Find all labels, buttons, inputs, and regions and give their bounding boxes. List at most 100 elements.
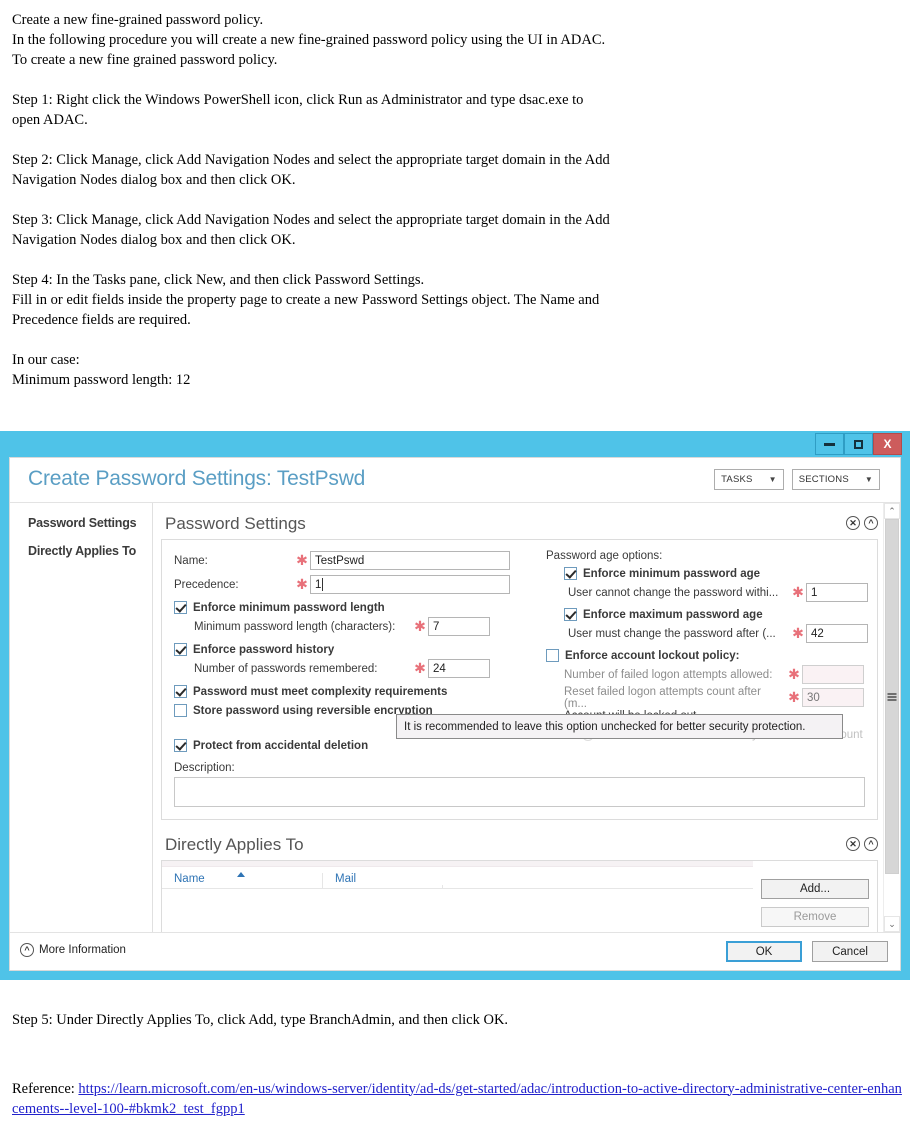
checkbox-icon xyxy=(174,704,187,717)
precedence-label: Precedence: xyxy=(174,578,239,591)
tasks-dropdown-label: TASKS xyxy=(721,474,753,485)
close-button[interactable]: X xyxy=(873,433,902,455)
reset-failed-logon-count-input[interactable]: 30 xyxy=(802,688,864,707)
minimum-password-age-row: User cannot change the password withi...… xyxy=(568,582,900,603)
required-asterisk-icon: ✱ xyxy=(414,660,426,677)
scrollbar-thumb[interactable] xyxy=(885,519,899,874)
column-header-name[interactable]: Name xyxy=(162,872,322,888)
passwords-remembered-value: 24 xyxy=(433,662,446,675)
chevron-up-icon[interactable]: ^ xyxy=(864,837,878,851)
password-settings-section-header: Password Settings ✕ ^ xyxy=(161,509,900,539)
enforce-maximum-password-age-checkbox[interactable]: Enforce maximum password age xyxy=(564,608,900,621)
required-asterisk-icon: ✱ xyxy=(296,552,308,569)
enforce-password-history-label: Enforce password history xyxy=(193,643,335,656)
step-4-line-1: Step 4: In the Tasks pane, click New, an… xyxy=(12,272,425,288)
password-age-options-label: Password age options: xyxy=(546,550,663,562)
protect-accidental-deletion-checkbox[interactable]: Protect from accidental deletion xyxy=(174,739,542,752)
scroll-down-arrow-icon[interactable]: ⌄ xyxy=(884,916,900,932)
precedence-row: Precedence: ✱ 1 xyxy=(174,574,542,595)
required-asterisk-icon: ✱ xyxy=(792,625,804,642)
name-row: Name: ✱ TestPswd xyxy=(174,550,542,571)
checkbox-icon xyxy=(564,567,577,580)
maximize-icon xyxy=(854,439,863,449)
scroll-up-arrow-icon[interactable]: ⌃ xyxy=(884,503,900,519)
directly-applies-to-panel: Name Mail Add... Remove xyxy=(161,860,878,932)
passwords-remembered-row: Number of passwords remembered: ✱ 24 xyxy=(194,658,542,679)
checkbox-icon xyxy=(174,643,187,656)
precedence-input[interactable]: 1 xyxy=(310,575,510,594)
name-input[interactable]: TestPswd xyxy=(310,551,510,570)
minimum-password-age-label: User cannot change the password withi... xyxy=(568,586,779,599)
maximize-button[interactable] xyxy=(844,433,873,455)
add-button[interactable]: Add... xyxy=(761,879,869,899)
window-titlebar: X xyxy=(0,431,910,457)
password-settings-panel: Name: ✱ TestPswd Precedence: ✱ 1 Enforce… xyxy=(161,539,878,820)
page-title: Create Password Settings: TestPswd xyxy=(28,467,366,490)
section-nav: Password Settings Directly Applies To xyxy=(10,503,153,932)
sidebar-item-directly-applies-to[interactable]: Directly Applies To xyxy=(10,540,152,562)
tooltip: It is recommended to leave this option u… xyxy=(396,714,843,739)
case-value: Minimum password length: 12 xyxy=(12,372,191,388)
sidebar-item-password-settings[interactable]: Password Settings xyxy=(10,512,152,534)
password-complexity-checkbox[interactable]: Password must meet complexity requiremen… xyxy=(174,685,542,698)
close-icon[interactable]: ✕ xyxy=(846,837,860,851)
enforce-account-lockout-checkbox[interactable]: Enforce account lockout policy: xyxy=(546,649,900,662)
applies-to-table: Name Mail xyxy=(162,861,753,932)
section-icons: ✕ ^ xyxy=(846,516,878,530)
maximum-password-age-row: User must change the password after (...… xyxy=(568,623,900,644)
enforce-minimum-password-age-checkbox[interactable]: Enforce minimum password age xyxy=(564,567,900,580)
reset-failed-logon-count-row: Reset failed logon attempts count after … xyxy=(564,685,900,710)
passwords-remembered-input[interactable]: 24 xyxy=(428,659,490,678)
case-label: In our case: xyxy=(12,352,80,368)
required-asterisk-icon: ✱ xyxy=(414,618,426,635)
vertical-scrollbar[interactable]: ⌃ ⌄ xyxy=(883,503,900,932)
minimum-password-age-input[interactable]: 1 xyxy=(806,583,868,602)
document-intro: Create a new fine-grained password polic… xyxy=(0,0,917,390)
ok-button[interactable]: OK xyxy=(726,941,802,962)
enforce-account-lockout-label: Enforce account lockout policy: xyxy=(565,649,740,662)
document-footer: Step 5: Under Directly Applies To, click… xyxy=(0,995,917,1133)
minimum-password-age-value: 1 xyxy=(811,586,818,599)
chevron-up-icon[interactable]: ^ xyxy=(864,516,878,530)
passwords-remembered-label: Number of passwords remembered: xyxy=(194,662,378,675)
checkbox-icon xyxy=(174,685,187,698)
column-header-mail[interactable]: Mail xyxy=(322,873,442,888)
applies-to-buttons: Add... Remove xyxy=(753,861,877,932)
maximum-password-age-input[interactable]: 42 xyxy=(806,624,868,643)
directly-applies-to-section-title: Directly Applies To xyxy=(165,835,304,854)
more-information-toggle[interactable]: ^ More Information xyxy=(20,943,126,957)
required-asterisk-icon: ✱ xyxy=(296,576,308,593)
dialog-header: Create Password Settings: TestPswd TASKS… xyxy=(10,458,900,503)
sections-dropdown[interactable]: SECTIONS ▼ xyxy=(791,469,880,490)
description-label: Description: xyxy=(174,762,235,774)
required-asterisk-icon: ✱ xyxy=(788,666,800,683)
description-input[interactable] xyxy=(174,777,865,807)
checkbox-icon xyxy=(174,601,187,614)
reference-link[interactable]: https://learn.microsoft.com/en-us/window… xyxy=(12,1081,902,1117)
failed-logon-attempts-input[interactable] xyxy=(802,665,864,684)
table-header-row: Name Mail xyxy=(162,867,753,889)
cancel-button[interactable]: Cancel xyxy=(812,941,888,962)
password-complexity-label: Password must meet complexity requiremen… xyxy=(193,685,448,698)
header-actions: TASKS ▼ SECTIONS ▼ xyxy=(714,469,880,490)
minimize-icon xyxy=(824,442,835,446)
reset-failed-logon-count-label: Reset failed logon attempts count after … xyxy=(564,685,761,710)
step-3: Step 3: Click Manage, click Add Navigati… xyxy=(12,212,610,248)
enforce-maximum-password-age-label: Enforce maximum password age xyxy=(583,608,763,621)
enforce-minimum-password-length-checkbox[interactable]: Enforce minimum password length xyxy=(174,601,542,614)
tasks-dropdown[interactable]: TASKS ▼ xyxy=(714,469,784,490)
minimum-password-length-input[interactable]: 7 xyxy=(428,617,490,636)
chevron-down-icon: ▼ xyxy=(864,475,873,484)
scrollbar-grip-icon xyxy=(887,692,897,701)
footer-buttons: OK Cancel xyxy=(726,941,888,962)
scrollbar-track[interactable] xyxy=(884,519,900,916)
column-header-blank[interactable] xyxy=(442,885,753,888)
password-settings-section-title: Password Settings xyxy=(165,514,306,533)
enforce-password-history-checkbox[interactable]: Enforce password history xyxy=(174,643,542,656)
close-icon[interactable]: ✕ xyxy=(846,516,860,530)
remove-button: Remove xyxy=(761,907,869,927)
minimize-button[interactable] xyxy=(815,433,844,455)
